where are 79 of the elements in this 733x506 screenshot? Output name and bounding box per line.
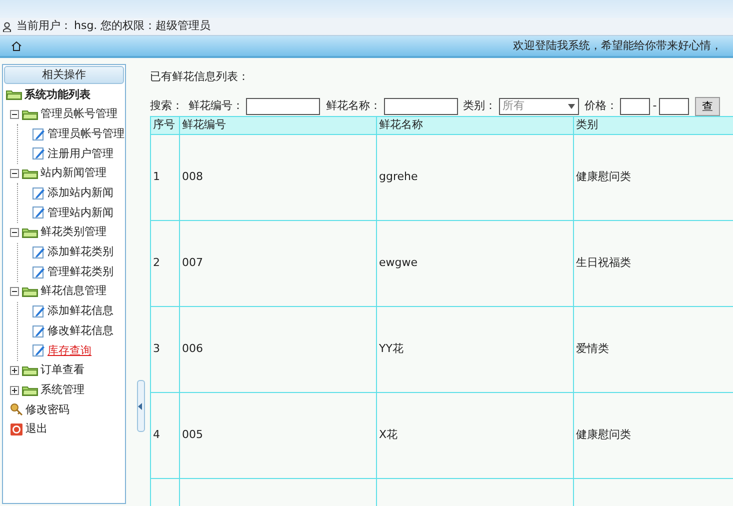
expand-icon[interactable] xyxy=(10,386,19,395)
edit-icon xyxy=(32,344,45,358)
table-cell: X花 xyxy=(376,392,574,478)
table-cell: 2 xyxy=(150,220,180,306)
edit-icon xyxy=(32,324,45,338)
folder-icon xyxy=(22,168,38,180)
collapse-icon[interactable] xyxy=(10,287,19,296)
column-header[interactable]: 鲜花编号 xyxy=(180,116,376,134)
column-header[interactable]: 类别 xyxy=(574,116,733,134)
collapse-icon[interactable] xyxy=(10,228,19,238)
folder-icon xyxy=(22,286,38,298)
category-select[interactable]: 所有 xyxy=(498,98,579,114)
tree-item[interactable]: 添加站内新闻 xyxy=(48,185,114,202)
exit-icon xyxy=(10,423,23,436)
input-field[interactable] xyxy=(384,98,458,114)
tree-item[interactable]: 订单查看 xyxy=(40,362,84,379)
key-icon xyxy=(10,403,23,416)
collapse-icon[interactable] xyxy=(10,110,19,120)
home-icon[interactable] xyxy=(11,41,22,51)
edit-icon xyxy=(32,147,45,160)
tree-item[interactable]: 管理鲜花类别 xyxy=(48,264,114,280)
dropdown-caret-icon xyxy=(568,104,575,108)
table-cell: ggrehe xyxy=(376,134,574,220)
search-button[interactable]: 查 xyxy=(694,96,720,116)
column-header[interactable]: 鲜花名称 xyxy=(376,116,574,134)
tree-item[interactable]: 管理站内新闻 xyxy=(48,204,114,222)
user-info: hsg. 您的权限：超级管理员 xyxy=(74,18,211,34)
field-label: 价格： xyxy=(584,98,618,114)
list-heading: 已有鲜花信息列表： xyxy=(150,69,250,85)
tree-item[interactable]: 注册用户管理 xyxy=(48,146,114,162)
edit-icon xyxy=(32,128,45,141)
collapse-handle[interactable] xyxy=(136,380,144,432)
table-cell: 4 xyxy=(150,392,180,478)
table-cell: 006 xyxy=(180,306,376,392)
field-label: 类别： xyxy=(463,98,496,114)
user-icon xyxy=(2,22,11,32)
input-field[interactable] xyxy=(659,98,690,114)
edit-icon xyxy=(32,206,45,220)
table-cell: 005 xyxy=(180,392,376,478)
input-field[interactable] xyxy=(246,98,320,114)
panel-header: 相关操作 xyxy=(4,66,124,84)
table-cell: YY花 xyxy=(376,306,574,392)
tree-item[interactable]: 站内新闻管理 xyxy=(40,165,106,182)
tree-title: 系统功能列表 xyxy=(24,86,90,103)
field-label: 鲜花编号： xyxy=(188,98,244,114)
range-separator: - xyxy=(652,98,657,114)
tree-item[interactable]: 退出 xyxy=(26,421,48,438)
tree-item[interactable]: 添加鲜花类别 xyxy=(48,244,114,261)
edit-icon xyxy=(32,186,45,200)
tree-item[interactable]: 管理员帐号管理 xyxy=(40,106,118,123)
tree-item[interactable]: 鲜花信息管理 xyxy=(40,283,106,300)
folder-icon xyxy=(22,109,38,120)
edit-icon xyxy=(32,246,45,259)
table-cell: 3 xyxy=(150,306,180,392)
tree-item[interactable]: 系统管理 xyxy=(40,382,84,398)
table-cell: 007 xyxy=(180,220,376,306)
tree-item[interactable]: 添加鲜花信息 xyxy=(48,303,114,320)
welcome-text: 欢迎登陆我系统，希望能给你带来好心情， xyxy=(513,38,722,54)
expand-icon[interactable] xyxy=(10,366,19,375)
folder-icon xyxy=(22,227,38,238)
user-label: 当前用户： xyxy=(16,18,72,34)
tree-item[interactable]: 库存查询 xyxy=(48,342,92,360)
field-label: 鲜花名称： xyxy=(326,98,381,114)
table-cell: 008 xyxy=(180,134,376,220)
edit-icon xyxy=(32,304,45,318)
column-header[interactable]: 序号 xyxy=(150,116,180,134)
table-cell: ewgwe xyxy=(376,220,574,306)
folder-icon xyxy=(22,364,38,376)
edit-icon xyxy=(32,266,45,279)
folder-icon xyxy=(22,384,38,396)
folder-icon xyxy=(6,89,22,100)
tree-item[interactable]: 修改密码 xyxy=(26,402,70,418)
tree-item[interactable]: 管理员帐号管理 xyxy=(48,126,124,142)
search-label: 搜索： xyxy=(150,98,183,114)
table-cell: 1 xyxy=(150,134,180,220)
tree-item[interactable]: 鲜花类别管理 xyxy=(40,224,106,241)
tree-item[interactable]: 修改鲜花信息 xyxy=(48,322,114,340)
input-field[interactable] xyxy=(620,98,650,114)
collapse-icon[interactable] xyxy=(10,169,19,178)
